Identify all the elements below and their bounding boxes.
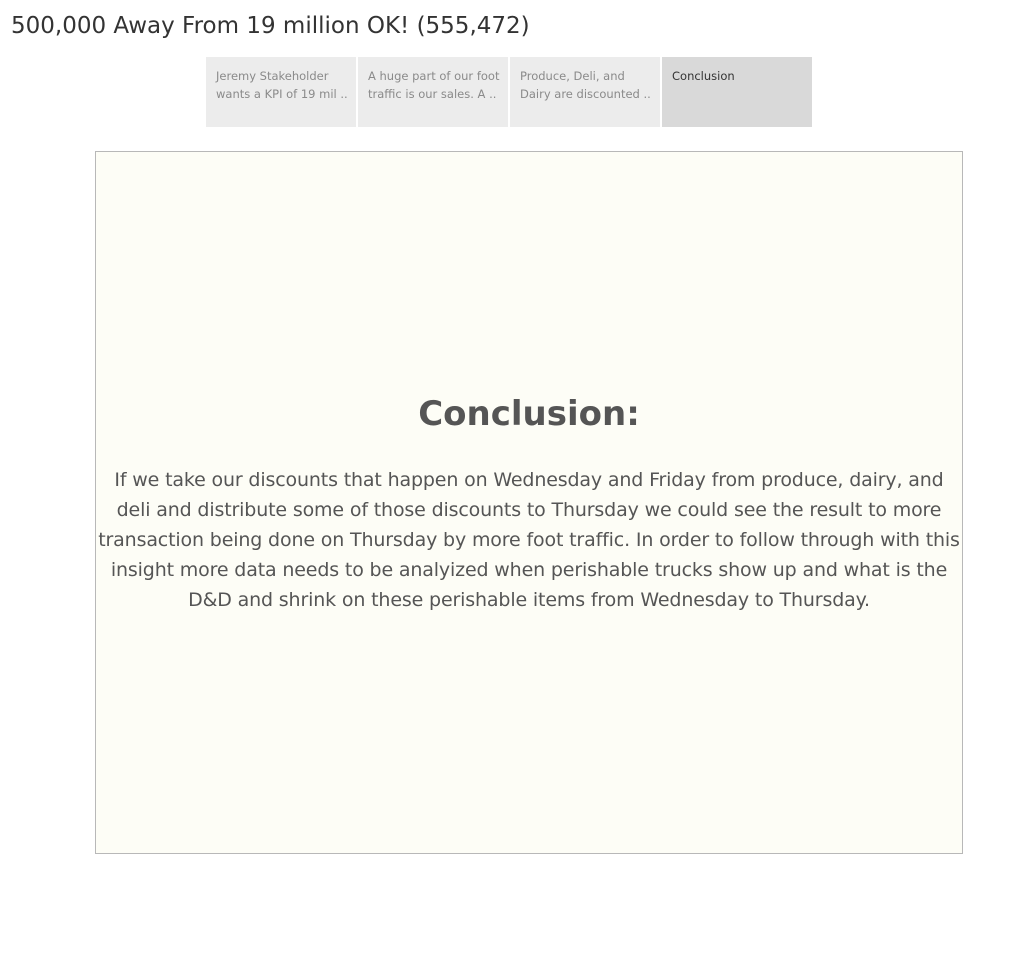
conclusion-text: If we take our discounts that happen on … [98,469,960,611]
conclusion-heading: Conclusion: [418,394,640,434]
story-point-caption: A huge part of our foot traffic is our s… [368,69,500,101]
story-point-2[interactable]: A huge part of our foot traffic is our s… [358,57,508,127]
story-point-caption: Conclusion [672,69,735,83]
story-point-3[interactable]: Produce, Deli, and Dairy are discounted … [510,57,660,127]
story-title: 500,000 Away From 19 million OK! (555,47… [11,13,530,39]
story-point-1[interactable]: Jeremy Stakeholder wants a KPI of 19 mil… [206,57,356,127]
story-content-panel: Conclusion: If we take our discounts tha… [95,151,963,854]
story-point-caption: Jeremy Stakeholder wants a KPI of 19 mil… [216,69,348,101]
story-point-4-active[interactable]: Conclusion [662,57,812,127]
story-navigator: Jeremy Stakeholder wants a KPI of 19 mil… [206,57,812,127]
story-point-caption: Produce, Deli, and Dairy are discounted … [520,69,651,101]
